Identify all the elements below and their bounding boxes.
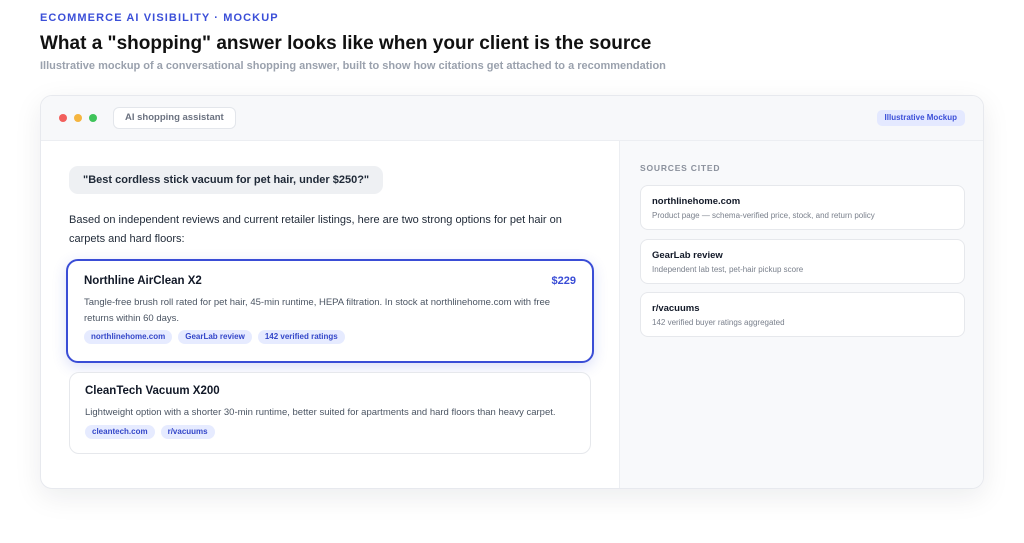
page-title: What a "shopping" answer looks like when… [40, 33, 652, 54]
maximize-dot-icon[interactable] [89, 114, 97, 122]
eyebrow-label: ECOMMERCE AI VISIBILITY · MOCKUP [40, 12, 279, 24]
minimize-dot-icon[interactable] [74, 114, 82, 122]
window-titlebar: AI shopping assistant Illustrative Mocku… [41, 96, 983, 141]
answer-intro: Based on independent reviews and current… [69, 214, 562, 245]
source-card[interactable]: r/vacuums 142 verified buyer ratings agg… [640, 292, 965, 337]
source-name: r/vacuums [652, 303, 700, 314]
citation-tags: northlinehome.com GearLab review 142 ver… [84, 330, 345, 344]
product-description: Lightweight option with a shorter 30-min… [85, 407, 556, 418]
citation-tag[interactable]: GearLab review [178, 330, 252, 344]
source-description: Product page — schema-verified price, st… [652, 211, 875, 220]
citation-tag[interactable]: 142 verified ratings [257, 330, 345, 344]
source-name: northlinehome.com [652, 196, 741, 207]
product-description: Tangle-free brush roll rated for pet hai… [84, 297, 551, 324]
user-query-bubble: "Best cordless stick vacuum for pet hair… [69, 166, 384, 194]
page-subtitle: Illustrative mockup of a conversational … [40, 60, 666, 72]
product-price: $229 [551, 275, 576, 287]
assistant-tab[interactable]: AI shopping assistant [113, 107, 236, 129]
product-name: CleanTech Vacuum X200 [85, 385, 220, 397]
answer-panel: "Best cordless stick vacuum for pet hair… [41, 141, 619, 488]
close-dot-icon[interactable] [59, 114, 67, 122]
source-card[interactable]: GearLab review Independent lab test, pet… [640, 239, 965, 284]
source-name: GearLab review [652, 250, 723, 261]
product-card-recommended[interactable]: Northline AirClean X2 $229 Tangle-free b… [66, 259, 594, 363]
citation-tag[interactable]: r/vacuums [160, 425, 215, 439]
assistant-window: AI shopping assistant Illustrative Mocku… [40, 95, 984, 489]
source-description: Independent lab test, pet-hair pickup sc… [652, 265, 804, 274]
citation-tag[interactable]: cleantech.com [85, 425, 155, 439]
citation-tag[interactable]: northlinehome.com [84, 330, 173, 344]
citation-tags: cleantech.com r/vacuums [85, 425, 215, 439]
source-description: 142 verified buyer ratings aggregated [652, 318, 785, 327]
sources-heading: SOURCES CITED [640, 163, 721, 173]
sources-panel: SOURCES CITED northlinehome.com Product … [619, 141, 983, 488]
product-name: Northline AirClean X2 [84, 275, 202, 287]
mockup-badge: Illustrative Mockup [876, 110, 965, 126]
product-card[interactable]: CleanTech Vacuum X200 Lightweight option… [69, 372, 591, 454]
source-card[interactable]: northlinehome.com Product page — schema-… [640, 185, 965, 230]
